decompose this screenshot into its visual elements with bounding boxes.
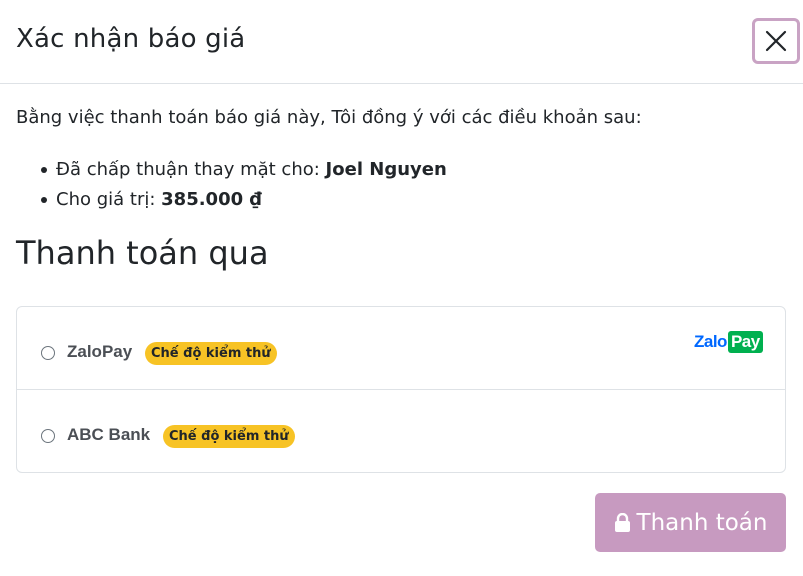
customer-name: Joel Nguyen bbox=[325, 159, 447, 180]
abc-bank-radio[interactable] bbox=[41, 429, 55, 443]
zalopay-radio[interactable] bbox=[41, 346, 55, 360]
zalopay-logo-part2: Pay bbox=[727, 331, 763, 353]
payment-heading: Thanh toán qua bbox=[16, 234, 269, 272]
payment-method-abc-bank[interactable]: ABC Bank Chế độ kiểm thử bbox=[17, 390, 785, 473]
term-label: Cho giá trị: bbox=[56, 189, 162, 210]
close-icon bbox=[765, 30, 787, 52]
test-mode-badge: Chế độ kiểm thử bbox=[145, 342, 277, 365]
agreement-intro: Bằng việc thanh toán báo giá này, Tôi đồ… bbox=[16, 107, 642, 128]
method-name[interactable]: ZaloPay bbox=[67, 342, 132, 362]
zalopay-logo: Zalo Pay bbox=[694, 331, 763, 353]
payment-method-zalopay[interactable]: ZaloPay Chế độ kiểm thử Zalo Pay bbox=[17, 307, 785, 390]
modal-header: Xác nhận báo giá bbox=[0, 0, 803, 84]
amount-value: 385.000 ₫ bbox=[161, 189, 262, 210]
term-approved-for: Đã chấp thuận thay mặt cho: Joel Nguyen bbox=[38, 155, 447, 185]
terms-list: Đã chấp thuận thay mặt cho: Joel Nguyen … bbox=[38, 155, 447, 215]
modal-title: Xác nhận báo giá bbox=[16, 24, 246, 54]
payment-methods: ZaloPay Chế độ kiểm thử Zalo Pay ABC Bank… bbox=[16, 306, 786, 473]
zalopay-logo-part1: Zalo bbox=[694, 332, 727, 351]
method-name[interactable]: ABC Bank bbox=[67, 425, 150, 445]
lock-icon bbox=[614, 512, 630, 532]
term-amount: Cho giá trị: 385.000 ₫ bbox=[38, 185, 447, 215]
test-mode-badge: Chế độ kiểm thử bbox=[163, 425, 295, 448]
pay-button[interactable]: Thanh toán bbox=[595, 493, 786, 552]
pay-button-label: Thanh toán bbox=[636, 509, 768, 536]
term-label: Đã chấp thuận thay mặt cho: bbox=[56, 159, 326, 180]
close-button[interactable] bbox=[752, 18, 800, 64]
